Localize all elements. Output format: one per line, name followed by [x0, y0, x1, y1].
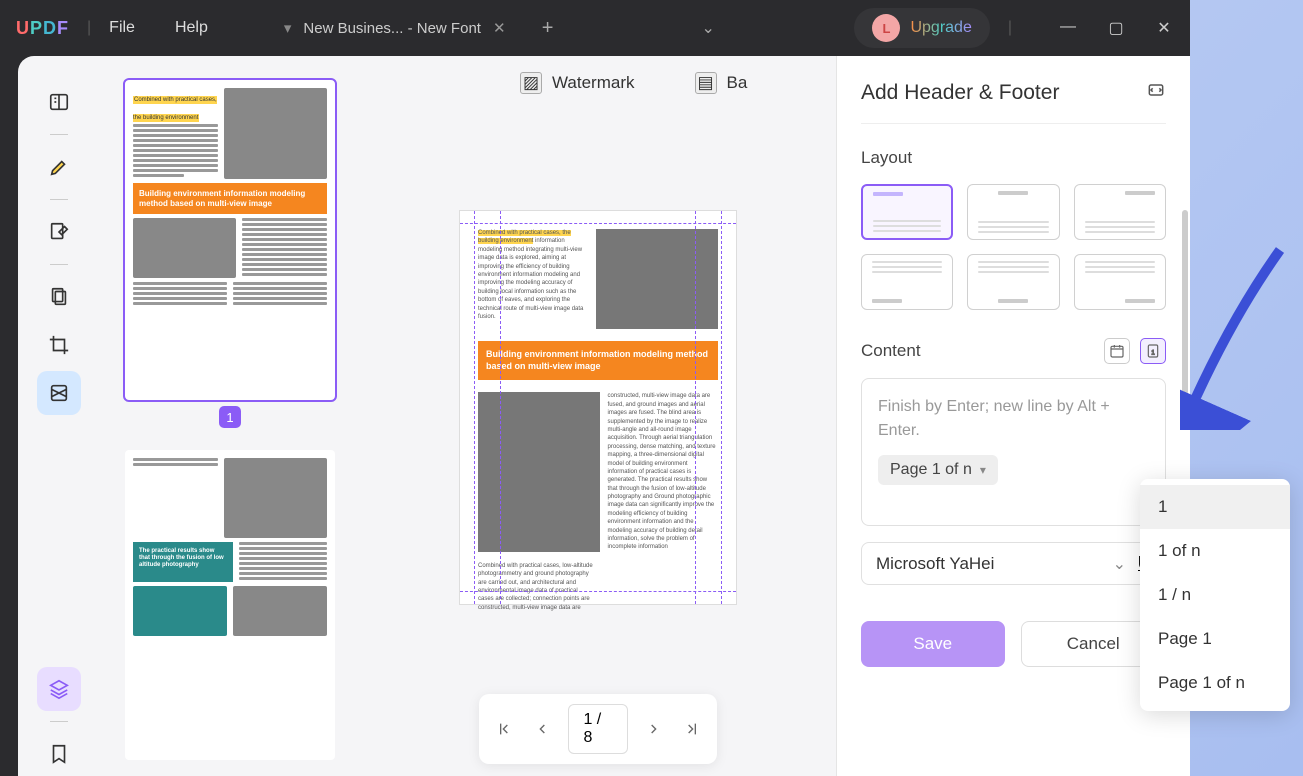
watermark-icon: ▨	[520, 72, 542, 94]
layers-tool[interactable]	[37, 667, 81, 711]
tab-title: New Busines... - New Font	[303, 20, 481, 37]
page-format-dropdown: 1 1 of n 1 / n Page 1 Page 1 of n	[1140, 479, 1290, 711]
annotation-arrow	[1180, 240, 1290, 430]
save-button[interactable]: Save	[861, 621, 1005, 667]
thumbnail-image	[233, 586, 327, 636]
menu-file[interactable]: File	[109, 19, 135, 37]
content-section-label: Content	[861, 341, 921, 361]
first-page-button[interactable]	[495, 721, 514, 737]
panel-title: Add Header & Footer	[861, 81, 1059, 105]
layout-option-bottom-left[interactable]	[861, 254, 953, 310]
dropdown-option-1-slash-n[interactable]: 1 / n	[1140, 573, 1290, 617]
dropdown-option-1[interactable]: 1	[1140, 485, 1290, 529]
page-thumbnail-2[interactable]: The practical results show that through …	[125, 450, 335, 760]
content-chip[interactable]: Page 1 of n▾	[878, 455, 998, 485]
dropdown-option-page-1-of-n[interactable]: Page 1 of n	[1140, 661, 1290, 705]
tab-dropdown-icon[interactable]: ▾	[284, 19, 292, 37]
layout-option-top-center[interactable]	[967, 184, 1059, 240]
background-action[interactable]: ▤ Ba	[695, 72, 748, 94]
edit-tool[interactable]	[37, 210, 81, 254]
dropdown-option-1-of-n[interactable]: 1 of n	[1140, 529, 1290, 573]
right-panel: Add Header & Footer Layout Content 1	[836, 56, 1190, 776]
app-logo: UPDF	[16, 18, 69, 39]
thumbnail-image	[133, 586, 227, 636]
layout-section-label: Layout	[861, 148, 1166, 168]
upgrade-label: Upgrade	[910, 19, 971, 37]
content-input-box[interactable]: Finish by Enter; new line by Alt + Enter…	[861, 378, 1166, 526]
thumbnail-image	[133, 218, 236, 278]
separator: |	[1008, 19, 1012, 37]
background-icon: ▤	[695, 72, 717, 94]
next-page-button[interactable]	[646, 721, 665, 737]
thumbnail-banner: Building environment information modelin…	[133, 183, 327, 214]
watermark-action[interactable]: ▨ Watermark	[520, 72, 635, 94]
reader-tool[interactable]	[37, 80, 81, 124]
pages-tool[interactable]	[37, 275, 81, 319]
close-icon[interactable]: ✕	[493, 19, 506, 37]
add-tab-button[interactable]: +	[534, 14, 562, 42]
date-icon[interactable]	[1104, 338, 1130, 364]
separator	[50, 264, 68, 265]
titlebar: UPDF | File Help ▾ New Busines... - New …	[0, 0, 1190, 56]
top-actions: ▨ Watermark ▤ Ba	[360, 56, 836, 110]
page-number-icon[interactable]: 1	[1140, 338, 1166, 364]
layout-option-bottom-center[interactable]	[967, 254, 1059, 310]
layout-option-top-left[interactable]	[861, 184, 953, 240]
maximize-button[interactable]: ▢	[1106, 18, 1126, 38]
document-preview[interactable]: Combined with practical cases, the build…	[459, 210, 737, 605]
close-button[interactable]: ✕	[1154, 18, 1174, 38]
separator	[50, 134, 68, 135]
last-page-button[interactable]	[682, 721, 701, 737]
chevron-down-icon: ⌄	[1113, 554, 1126, 574]
scrollbar[interactable]	[1182, 210, 1188, 410]
page-indicator[interactable]: 1 / 8	[568, 704, 627, 754]
thumbnail-rail: Combined with practical cases, the build…	[100, 56, 360, 776]
watermark-tool[interactable]	[37, 371, 81, 415]
separator	[50, 199, 68, 200]
page-thumbnail-1[interactable]: Combined with practical cases, the build…	[125, 80, 335, 400]
window-controls: — ▢ ✕	[1058, 18, 1174, 38]
chevron-down-icon: ▾	[980, 463, 986, 477]
pager: 1 / 8	[479, 694, 717, 764]
preview-banner: Building environment information modelin…	[478, 341, 718, 380]
document-tab[interactable]: ▾ New Busines... - New Font ✕	[268, 7, 522, 49]
upgrade-button[interactable]: L Upgrade	[854, 8, 989, 48]
workspace: Combined with practical cases, the build…	[18, 56, 1190, 776]
prev-page-button[interactable]	[532, 721, 551, 737]
expand-icon[interactable]	[1146, 80, 1166, 105]
thumbnail-image	[224, 88, 327, 179]
content-placeholder: Finish by Enter; new line by Alt + Enter…	[878, 395, 1149, 443]
highlight-text: Combined with practical cases, the build…	[133, 96, 217, 122]
left-toolbar	[18, 56, 100, 776]
page-number-badge: 1	[219, 406, 241, 428]
preview-image	[478, 392, 600, 551]
menu-help[interactable]: Help	[175, 19, 208, 37]
thumbnail-banner: The practical results show that through …	[133, 542, 233, 582]
layout-option-top-right[interactable]	[1074, 184, 1166, 240]
avatar: L	[872, 14, 900, 42]
svg-text:1: 1	[1151, 350, 1155, 356]
tabs-overflow-icon[interactable]: ⌄	[702, 18, 715, 38]
layout-option-bottom-right[interactable]	[1074, 254, 1166, 310]
thumbnail-image	[224, 458, 327, 538]
main-canvas: ▨ Watermark ▤ Ba Combined with practical…	[360, 56, 836, 776]
minimize-button[interactable]: —	[1058, 18, 1078, 38]
highlight-text: Combined with practical cases, the build…	[478, 230, 571, 244]
button-row: Save Cancel	[861, 605, 1166, 683]
highlight-tool[interactable]	[37, 145, 81, 189]
dropdown-option-page-1[interactable]: Page 1	[1140, 617, 1290, 661]
layout-grid	[861, 184, 1166, 310]
bookmark-tool[interactable]	[37, 732, 81, 776]
preview-image	[596, 229, 718, 329]
font-selector[interactable]: Microsoft YaHei ⌄ U	[861, 542, 1166, 585]
separator	[50, 721, 68, 722]
font-name: Microsoft YaHei	[876, 554, 1101, 574]
crop-tool[interactable]	[37, 323, 81, 367]
tab-strip: ▾ New Busines... - New Font ✕ + ⌄	[268, 7, 835, 49]
separator: |	[87, 19, 91, 37]
